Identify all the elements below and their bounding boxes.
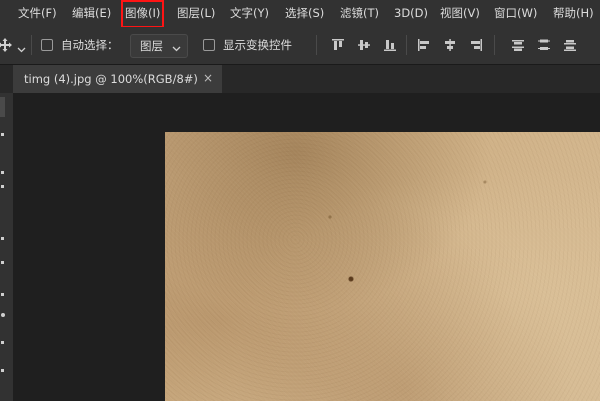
- chevron-down-icon: [172, 38, 181, 57]
- document-tab-bar: timg (4).jpg @ 100%(RGB/8#) ×: [0, 65, 600, 93]
- menu-type[interactable]: 文字(Y): [230, 0, 269, 27]
- show-transform-checkbox[interactable]: [203, 39, 215, 51]
- paper-texture-image[interactable]: [165, 132, 600, 401]
- align-top-icon[interactable]: [329, 36, 347, 54]
- move-tool-icon[interactable]: [0, 37, 12, 57]
- menu-window[interactable]: 窗口(W): [494, 0, 537, 27]
- menu-select[interactable]: 选择(S): [285, 0, 324, 27]
- tool-expander-icon[interactable]: [1, 171, 4, 174]
- menu-help[interactable]: 帮助(H): [553, 0, 594, 27]
- tool-slot[interactable]: [0, 97, 5, 117]
- tools-panel: [0, 93, 14, 401]
- divider: [406, 35, 407, 55]
- align-bottom-icon[interactable]: [381, 36, 399, 54]
- tool-preset-chevron-icon[interactable]: [17, 39, 26, 58]
- tool-expander-icon[interactable]: [1, 293, 4, 296]
- document-tab[interactable]: timg (4).jpg @ 100%(RGB/8#) ×: [13, 65, 222, 93]
- distribute-top-icon[interactable]: [509, 36, 527, 54]
- align-vertical-center-icon[interactable]: [355, 36, 373, 54]
- divider: [31, 35, 32, 55]
- align-left-icon[interactable]: [415, 36, 433, 54]
- tool-expander-icon[interactable]: [1, 261, 4, 264]
- auto-select-label: 自动选择：: [61, 38, 119, 52]
- menu-bar: 文件(F) 编辑(E) 图像(I) 图层(L) 文字(Y) 选择(S) 滤镜(T…: [0, 0, 600, 28]
- canvas-workspace[interactable]: [13, 93, 600, 401]
- menu-3d[interactable]: 3D(D): [394, 0, 428, 27]
- tool-expander-icon[interactable]: [1, 341, 4, 344]
- tool-expander-icon[interactable]: [1, 237, 4, 240]
- menu-file[interactable]: 文件(F): [18, 0, 57, 27]
- tool-expander-icon[interactable]: [1, 369, 4, 372]
- menu-edit[interactable]: 编辑(E): [72, 0, 111, 27]
- document-tab-title: timg (4).jpg @ 100%(RGB/8#): [24, 72, 198, 86]
- divider: [494, 35, 495, 55]
- tool-expander-icon[interactable]: [1, 313, 5, 317]
- menu-filter[interactable]: 滤镜(T): [340, 0, 379, 27]
- align-right-icon[interactable]: [467, 36, 485, 54]
- menu-layer[interactable]: 图层(L): [177, 0, 215, 27]
- show-transform-label: 显示变换控件: [223, 38, 292, 52]
- menu-image[interactable]: 图像(I): [120, 0, 165, 28]
- align-horizontal-center-icon[interactable]: [441, 36, 459, 54]
- tool-expander-icon[interactable]: [1, 133, 4, 136]
- tool-expander-icon[interactable]: [1, 185, 4, 188]
- close-icon[interactable]: ×: [203, 71, 213, 85]
- distribute-vertical-center-icon[interactable]: [535, 36, 553, 54]
- menu-view[interactable]: 视图(V): [440, 0, 480, 27]
- options-bar: 自动选择： 图层 显示变换控件: [0, 27, 600, 65]
- divider: [316, 35, 317, 55]
- auto-select-checkbox[interactable]: [41, 39, 53, 51]
- auto-select-target-value: 图层: [140, 39, 163, 53]
- auto-select-target-dropdown[interactable]: 图层: [130, 34, 188, 58]
- distribute-bottom-icon[interactable]: [561, 36, 579, 54]
